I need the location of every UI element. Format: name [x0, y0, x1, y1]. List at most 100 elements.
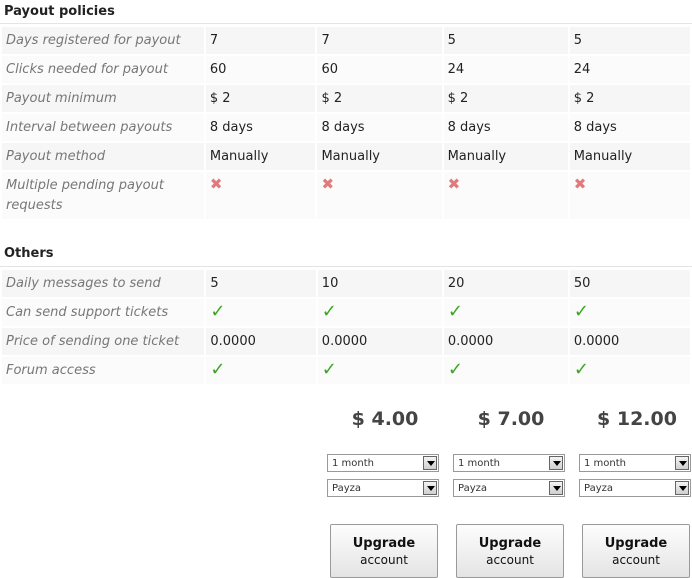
button-label: Upgrade — [478, 536, 542, 551]
table-row: Days registered for payout 7 7 5 5 — [2, 27, 690, 54]
cell-value: Manually — [317, 143, 442, 170]
cell-value: 7 — [205, 27, 316, 54]
table-row: Multiple pending payout requests ✖ ✖ ✖ ✖ — [2, 172, 690, 219]
cell-value: 10 — [317, 270, 442, 297]
button-label: Upgrade — [604, 536, 668, 551]
cell-value: 24 — [443, 56, 568, 83]
row-label: Days registered for payout — [2, 27, 204, 54]
row-label: Clicks needed for payout — [2, 56, 204, 83]
plan-price: $ 4.00 — [351, 408, 419, 430]
cell-value: 7 — [317, 27, 442, 54]
cross-icon: ✖ — [573, 175, 587, 193]
check-icon: ✓ — [210, 300, 226, 322]
cell-value: ✓ — [317, 299, 442, 326]
check-icon: ✓ — [573, 300, 589, 322]
cross-icon: ✖ — [447, 175, 461, 193]
upgrade-account-button[interactable]: Upgrade account — [582, 524, 690, 578]
cell-value: ✓ — [443, 299, 568, 326]
cell-value: 8 days — [569, 114, 690, 141]
chevron-down-icon[interactable] — [549, 481, 563, 495]
check-icon: ✓ — [210, 358, 226, 380]
cell-value: ✖ — [317, 172, 442, 219]
divider — [0, 266, 692, 267]
plan-price: $ 7.00 — [477, 408, 545, 430]
table-row: Forum access ✓ ✓ ✓ ✓ — [2, 357, 690, 384]
payment-method-select[interactable]: Payza — [579, 479, 691, 497]
others-table: Daily messages to send 5 10 20 50 Can se… — [0, 268, 692, 386]
chevron-down-icon[interactable] — [423, 481, 437, 495]
cell-value: ✖ — [205, 172, 316, 219]
table-row: Clicks needed for payout 60 60 24 24 — [2, 56, 690, 83]
cell-value: 0.0000 — [569, 328, 690, 355]
payment-method-select[interactable]: Payza — [453, 479, 565, 497]
upgrade-account-button[interactable]: Upgrade account — [330, 524, 438, 578]
cell-value: $ 2 — [205, 85, 316, 112]
payment-method-select[interactable]: Payza — [327, 479, 439, 497]
cell-value: 0.0000 — [443, 328, 568, 355]
cell-value: 60 — [205, 56, 316, 83]
payment-method-value: Payza — [584, 483, 614, 494]
cell-value: $ 2 — [443, 85, 568, 112]
table-row: Interval between payouts 8 days 8 days 8… — [2, 114, 690, 141]
upgrade-account-button[interactable]: Upgrade account — [456, 524, 564, 578]
table-row: Price of sending one ticket 0.0000 0.000… — [2, 328, 690, 355]
row-label: Daily messages to send — [2, 270, 205, 297]
table-row: Payout method Manually Manually Manually… — [2, 143, 690, 170]
cell-value: 24 — [569, 56, 690, 83]
check-icon: ✓ — [447, 300, 463, 322]
period-select[interactable]: 1 month — [453, 454, 565, 472]
button-label: account — [360, 553, 408, 567]
plan-price: $ 12.00 — [597, 408, 677, 430]
cell-value: 60 — [317, 56, 442, 83]
cell-value: Manually — [443, 143, 568, 170]
cell-value: 5 — [569, 27, 690, 54]
payment-method-value: Payza — [332, 483, 362, 494]
cell-value: $ 2 — [317, 85, 442, 112]
chevron-down-icon[interactable] — [675, 481, 689, 495]
period-select-value: 1 month — [584, 458, 626, 469]
cell-value: 0.0000 — [206, 328, 316, 355]
check-icon: ✓ — [573, 358, 589, 380]
row-label: Payout minimum — [2, 85, 204, 112]
row-label: Price of sending one ticket — [2, 328, 205, 355]
cell-value: 5 — [206, 270, 316, 297]
check-icon: ✓ — [321, 300, 337, 322]
chevron-down-icon[interactable] — [423, 456, 437, 470]
cell-value: ✓ — [569, 299, 690, 326]
cell-value: 20 — [443, 270, 568, 297]
payout-policies-table: Days registered for payout 7 7 5 5 Click… — [0, 25, 692, 221]
cell-value: 0.0000 — [317, 328, 442, 355]
cell-value: $ 2 — [569, 85, 690, 112]
row-label: Multiple pending payout requests — [2, 172, 204, 219]
payout-policies-title: Payout policies — [4, 4, 115, 19]
cell-value: ✓ — [569, 357, 690, 384]
period-select-value: 1 month — [332, 458, 374, 469]
button-label: Upgrade — [352, 536, 416, 551]
table-row: Daily messages to send 5 10 20 50 — [2, 270, 690, 297]
button-label: account — [486, 553, 534, 567]
check-icon: ✓ — [321, 358, 337, 380]
others-title: Others — [4, 246, 54, 261]
row-label: Payout method — [2, 143, 204, 170]
cell-value: ✖ — [443, 172, 568, 219]
cross-icon: ✖ — [209, 175, 223, 193]
table-row: Payout minimum $ 2 $ 2 $ 2 $ 2 — [2, 85, 690, 112]
period-select[interactable]: 1 month — [327, 454, 439, 472]
row-label: Interval between payouts — [2, 114, 204, 141]
period-select[interactable]: 1 month — [579, 454, 691, 472]
row-label: Can send support tickets — [2, 299, 205, 326]
check-icon: ✓ — [447, 358, 463, 380]
cell-value: Manually — [205, 143, 316, 170]
button-label: account — [612, 553, 660, 567]
chevron-down-icon[interactable] — [549, 456, 563, 470]
cell-value: ✖ — [569, 172, 690, 219]
payment-method-value: Payza — [458, 483, 488, 494]
cell-value: 8 days — [443, 114, 568, 141]
row-label: Forum access — [2, 357, 205, 384]
cell-value: 5 — [443, 27, 568, 54]
cell-value: ✓ — [443, 357, 568, 384]
chevron-down-icon[interactable] — [675, 456, 689, 470]
cell-value: Manually — [569, 143, 690, 170]
divider — [0, 23, 692, 24]
cell-value: 8 days — [205, 114, 316, 141]
